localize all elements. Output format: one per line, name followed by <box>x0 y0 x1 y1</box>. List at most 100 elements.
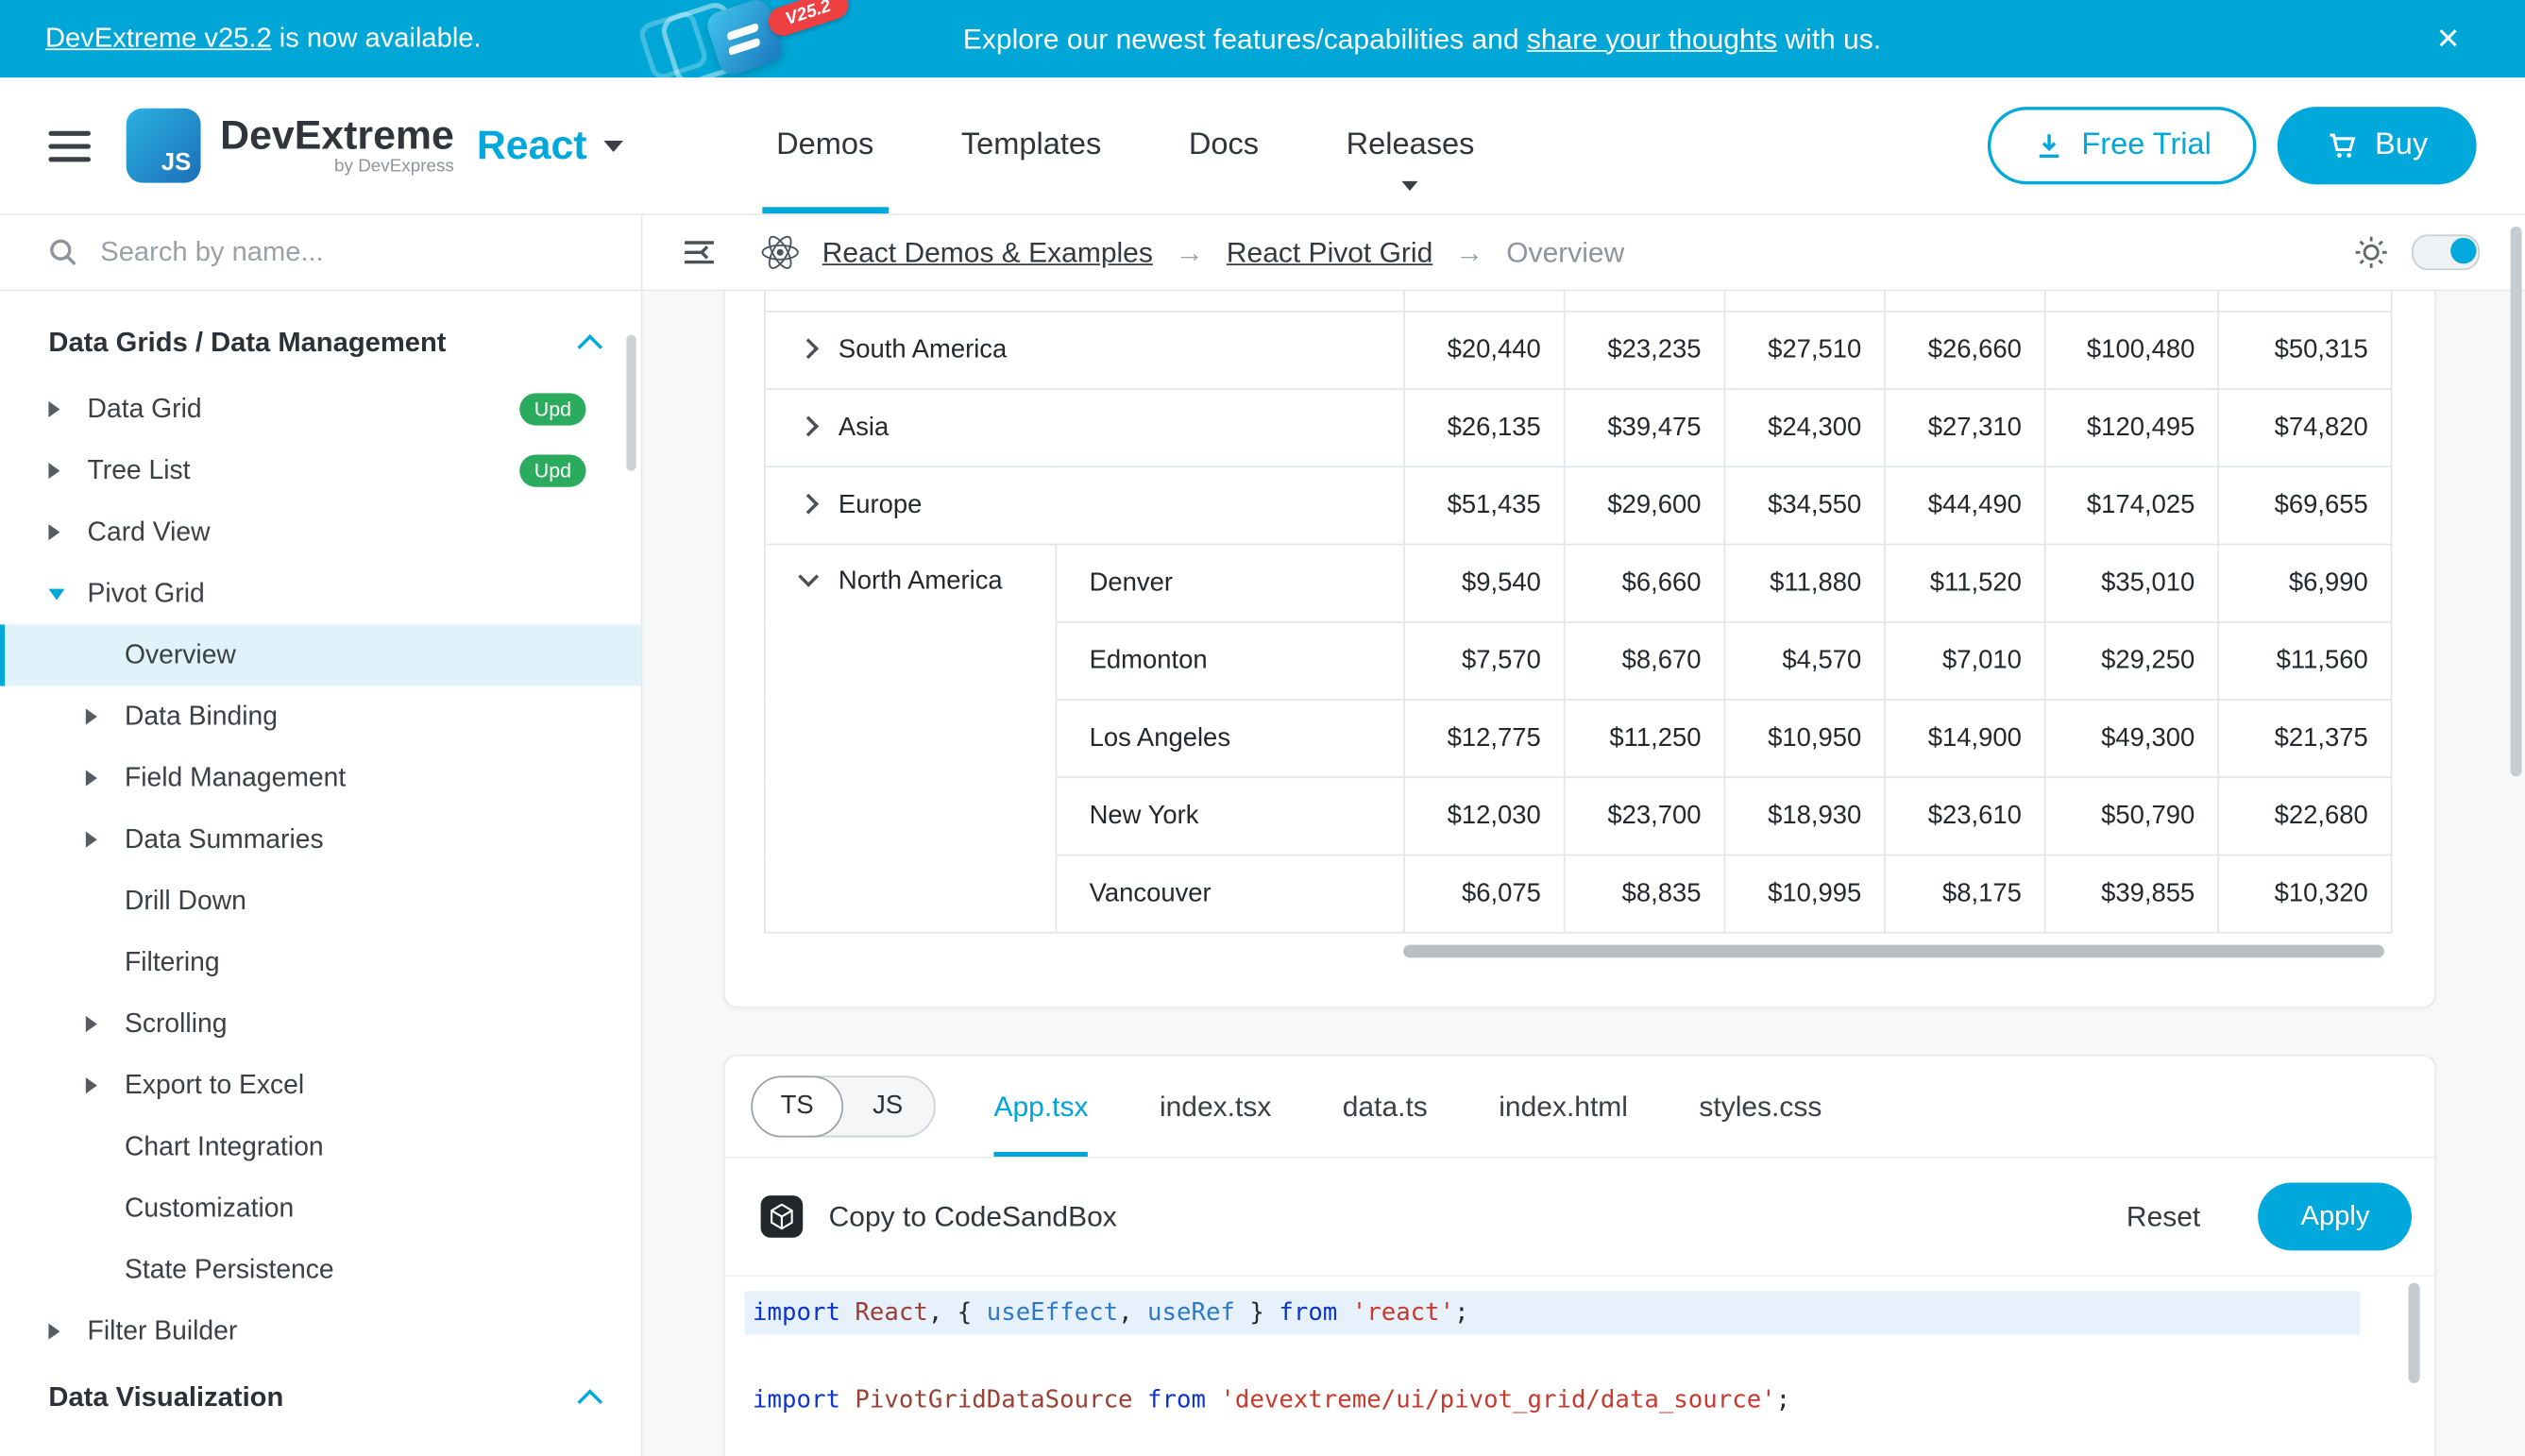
city-cell: Denver <box>1056 545 1404 622</box>
city-cell: Edmonton <box>1056 622 1404 700</box>
truncated-cell <box>1565 291 1725 311</box>
section-header-data-visualization[interactable]: Data Visualization <box>0 1363 641 1433</box>
sidebar-item-scrolling[interactable]: Scrolling <box>0 993 641 1055</box>
theme-toggle[interactable] <box>2412 234 2480 270</box>
apply-button[interactable]: Apply <box>2259 1182 2412 1250</box>
logo-js-text: JS <box>161 149 201 183</box>
hamburger-menu-icon[interactable] <box>48 122 91 169</box>
sidebar-item-overview[interactable]: Overview <box>0 624 641 686</box>
reset-button[interactable]: Reset <box>2127 1199 2200 1233</box>
react-icon <box>761 234 800 270</box>
banner-message-pre: Explore our newest features/capabilities… <box>963 22 1527 56</box>
page-scrollbar[interactable] <box>2511 227 2522 777</box>
nav-demos[interactable]: Demos <box>733 77 918 213</box>
nav-releases[interactable]: Releases <box>1302 77 1517 213</box>
value-cell: $174,025 <box>2045 466 2218 544</box>
region-cell-europe[interactable]: Europe <box>765 466 1404 544</box>
value-cell: $7,010 <box>1885 622 2045 700</box>
region-label: North America <box>839 567 1003 595</box>
free-trial-button[interactable]: Free Trial <box>1988 107 2257 184</box>
code-editor[interactable]: import React, { useEffect, useRef } from… <box>725 1277 2434 1456</box>
chevron-down-icon <box>1402 181 1418 199</box>
search-input[interactable] <box>97 234 557 270</box>
value-cell: $11,560 <box>2218 622 2391 700</box>
region-cell-asia[interactable]: Asia <box>765 389 1404 466</box>
chevron-expanded-icon[interactable] <box>798 567 819 587</box>
breadcrumb-react-pivot-grid[interactable]: React Pivot Grid <box>1227 235 1432 269</box>
sidebar-item-data-binding[interactable]: Data Binding <box>0 686 641 747</box>
value-cell: $50,790 <box>2045 777 2218 855</box>
sidebar-scrollbar[interactable] <box>626 335 635 471</box>
banner-version-link[interactable]: DevExtreme v25.2 <box>45 23 272 54</box>
banner-left-text: DevExtreme v25.2 is now available. <box>0 23 482 55</box>
file-tab-app-tsx[interactable]: App.tsx <box>993 1057 1088 1157</box>
item-label: Overview <box>125 640 236 671</box>
collapse-sidebar-icon[interactable] <box>683 240 715 265</box>
cart-icon <box>2327 129 2359 161</box>
nav-label: Templates <box>961 127 1101 163</box>
search-icon <box>48 238 77 267</box>
main-area: React Demos & Examples→React Pivot Grid→… <box>642 215 2525 1456</box>
value-cell: $4,570 <box>1724 622 1885 700</box>
version-ribbon: V25.2 <box>765 0 852 40</box>
file-tab-styles-css[interactable]: styles.css <box>1699 1057 1822 1157</box>
sidebar-item-state-persistence[interactable]: State Persistence <box>0 1239 641 1300</box>
truncated-cell <box>1724 291 1885 311</box>
chevron-collapsed-icon[interactable] <box>798 337 819 358</box>
brand-block[interactable]: DevExtreme by DevExpress <box>220 115 454 177</box>
chevron-collapsed-icon <box>48 401 74 417</box>
devextreme-js-logo[interactable]: JS <box>127 109 201 183</box>
sidebar-item-data-summaries[interactable]: Data Summaries <box>0 809 641 871</box>
copy-to-codesandbox-button[interactable]: Copy to CodeSandBox <box>761 1195 1117 1238</box>
framework-selector[interactable]: React <box>477 122 622 169</box>
nav-docs[interactable]: Docs <box>1145 77 1303 213</box>
share-your-thoughts-link[interactable]: share your thoughts <box>1527 22 1777 56</box>
chevron-collapsed-icon[interactable] <box>798 493 819 514</box>
sidebar-item-drill-down[interactable]: Drill Down <box>0 871 641 932</box>
value-cell: $10,950 <box>1724 700 1885 777</box>
sidebar-item-chart-integration[interactable]: Chart Integration <box>0 1116 641 1177</box>
close-icon[interactable]: ✕ <box>2436 0 2461 77</box>
breadcrumb-separator: → <box>1455 235 1483 269</box>
buy-button[interactable]: Buy <box>2278 107 2476 184</box>
value-cell: $6,990 <box>2218 545 2391 622</box>
section-header-data-grids-data-management[interactable]: Data Grids / Data Management <box>0 308 641 379</box>
sidebar-item-card-view[interactable]: Card View <box>0 501 641 563</box>
value-cell: $34,550 <box>1724 466 1885 544</box>
chevron-collapsed-icon[interactable] <box>798 415 819 436</box>
value-cell: $7,570 <box>1404 622 1565 700</box>
value-cell: $50,315 <box>2218 312 2391 389</box>
value-cell: $8,835 <box>1565 855 1725 932</box>
value-cell: $12,030 <box>1404 777 1565 855</box>
code-card: TS JS App.tsx index.tsx data.ts index.html s… <box>723 1055 2436 1456</box>
breadcrumb-react-demos-examples[interactable]: React Demos & Examples <box>822 235 1153 269</box>
item-label: Pivot Grid <box>88 579 205 610</box>
sidebar-item-tree-list[interactable]: Tree ListUpd <box>0 440 641 501</box>
file-tab-data-ts[interactable]: data.ts <box>1343 1057 1428 1157</box>
sidebar-item-field-management[interactable]: Field Management <box>0 748 641 809</box>
file-tab-index-html[interactable]: index.html <box>1499 1057 1628 1157</box>
item-label: Scrolling <box>125 1008 227 1040</box>
city-cell: Los Angeles <box>1056 700 1404 777</box>
value-cell: $8,175 <box>1885 855 2045 932</box>
sidebar-item-customization[interactable]: Customization <box>0 1177 641 1239</box>
theme-toggle-knob <box>2450 238 2476 263</box>
region-cell-north-america[interactable]: North America <box>765 545 1057 933</box>
nav-templates[interactable]: Templates <box>918 77 1145 213</box>
lang-ts-toggle[interactable]: TS <box>751 1075 843 1137</box>
value-cell: $23,700 <box>1565 777 1725 855</box>
horizontal-scrollbar[interactable] <box>1403 945 2384 958</box>
code-scrollbar[interactable] <box>2409 1283 2420 1383</box>
code-line-2 <box>744 1334 2360 1378</box>
file-tab-index-tsx[interactable]: index.tsx <box>1160 1057 1271 1157</box>
value-cell: $27,310 <box>1885 389 2045 466</box>
sidebar-item-pivot-grid[interactable]: Pivot Grid <box>0 563 641 624</box>
value-cell: $27,510 <box>1724 312 1885 389</box>
sidebar-item-export-to-excel[interactable]: Export to Excel <box>0 1055 641 1116</box>
region-cell-south-america[interactable]: South America <box>765 312 1404 389</box>
sidebar-item-filter-builder[interactable]: Filter Builder <box>0 1301 641 1363</box>
lang-js-toggle[interactable]: JS <box>841 1077 934 1136</box>
framework-label: React <box>477 122 587 169</box>
sidebar-item-data-grid[interactable]: Data GridUpd <box>0 379 641 440</box>
sidebar-item-filtering[interactable]: Filtering <box>0 932 641 993</box>
